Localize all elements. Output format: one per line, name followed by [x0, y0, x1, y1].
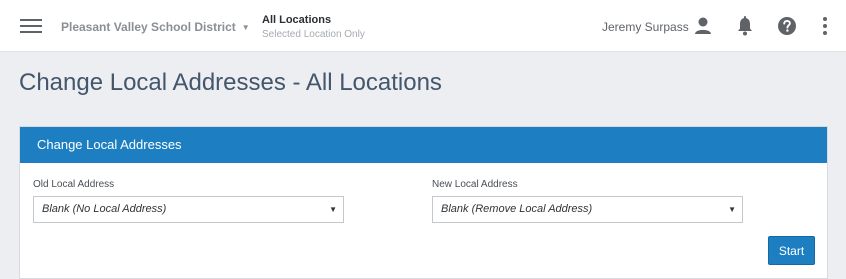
new-address-label: New Local Address [432, 179, 518, 190]
chevron-down-icon: ▼ [728, 205, 736, 214]
old-address-label: Old Local Address [33, 179, 115, 190]
user-icon[interactable] [693, 15, 713, 37]
username[interactable]: Jeremy Surpass [602, 20, 689, 34]
page-title: Change Local Addresses - All Locations [19, 69, 442, 96]
new-address-value: Blank (Remove Local Address) [441, 203, 593, 215]
district-name: Pleasant Valley School District [61, 20, 236, 34]
caret-down-icon: ▼ [241, 23, 250, 32]
hamburger-icon[interactable] [20, 16, 42, 36]
location-subtitle: Selected Location Only [262, 29, 365, 40]
start-button[interactable]: Start [768, 236, 815, 265]
old-address-value: Blank (No Local Address) [42, 203, 167, 215]
help-icon[interactable] [777, 15, 797, 37]
bell-icon[interactable] [735, 15, 755, 37]
district-selector[interactable]: Pleasant Valley School District ▼ [61, 20, 250, 34]
chevron-down-icon: ▼ [329, 205, 337, 214]
change-addresses-card: Change Local Addresses Old Local Address… [19, 126, 828, 279]
more-vertical-icon[interactable] [815, 15, 835, 37]
old-address-select[interactable]: Blank (No Local Address) ▼ [33, 196, 344, 223]
top-bar: Pleasant Valley School District ▼ All Loc… [0, 0, 846, 52]
card-header: Change Local Addresses [20, 127, 827, 163]
location-title[interactable]: All Locations [262, 14, 331, 26]
new-address-select[interactable]: Blank (Remove Local Address) ▼ [432, 196, 743, 223]
